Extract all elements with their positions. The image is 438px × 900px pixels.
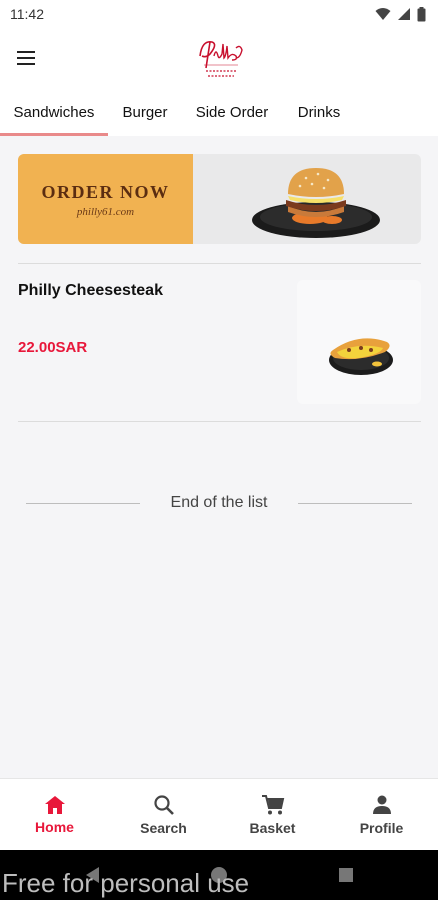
watermark-text: Free for personal use: [2, 868, 250, 898]
product-image: [297, 280, 421, 404]
battery-icon: [417, 6, 426, 21]
app-header: [0, 28, 438, 88]
banner-subtitle: philly61.com: [76, 206, 135, 218]
hamburger-menu-icon: [17, 51, 35, 65]
end-of-list: End of the list: [0, 490, 438, 516]
cart-icon: [261, 795, 284, 815]
nav-search-label: Search: [140, 820, 187, 836]
tab-sandwiches[interactable]: Sandwiches: [0, 88, 108, 136]
active-tab-indicator: [0, 133, 108, 136]
end-line-right: [298, 503, 412, 504]
menu-button[interactable]: [14, 46, 38, 70]
product-name: Philly Cheesesteak: [18, 282, 163, 299]
product-item[interactable]: Philly Cheesesteak 22.00SAR: [0, 264, 438, 422]
promo-banner[interactable]: ORDER NOW philly61.com: [18, 154, 421, 244]
nav-home[interactable]: Home: [0, 779, 109, 851]
status-icons: [375, 6, 426, 22]
status-bar: 11:42: [0, 0, 438, 28]
burger-image: [252, 168, 380, 238]
banner-title: ORDER NOW: [41, 182, 170, 202]
nav-home-label: Home: [35, 819, 74, 835]
tab-drinks[interactable]: Drinks: [282, 88, 356, 136]
person-icon: [372, 795, 391, 814]
banner-text-panel: ORDER NOW philly61.com: [18, 154, 193, 244]
search-icon: [153, 795, 174, 815]
signal-icon: [398, 8, 410, 20]
tab-side-order[interactable]: Side Order: [182, 88, 282, 136]
nav-search[interactable]: Search: [109, 779, 218, 851]
product-price: 22.00SAR: [18, 339, 88, 356]
wifi-icon: [375, 8, 391, 20]
category-tabs: Sandwiches Burger Side Order Drinks: [0, 88, 438, 136]
nav-basket[interactable]: Basket: [218, 779, 327, 851]
status-time: 11:42: [10, 6, 44, 22]
divider: [18, 421, 421, 422]
cheesesteak-image: [329, 338, 393, 375]
recents-icon[interactable]: [338, 867, 354, 883]
nav-profile-label: Profile: [359, 820, 404, 836]
brand-logo: [192, 34, 248, 82]
nav-profile[interactable]: Profile: [327, 779, 436, 851]
home-icon: [44, 796, 65, 814]
nav-basket-label: Basket: [249, 820, 296, 836]
tab-burger[interactable]: Burger: [108, 88, 182, 136]
bottom-nav: Home Search Basket Profile: [0, 778, 438, 850]
